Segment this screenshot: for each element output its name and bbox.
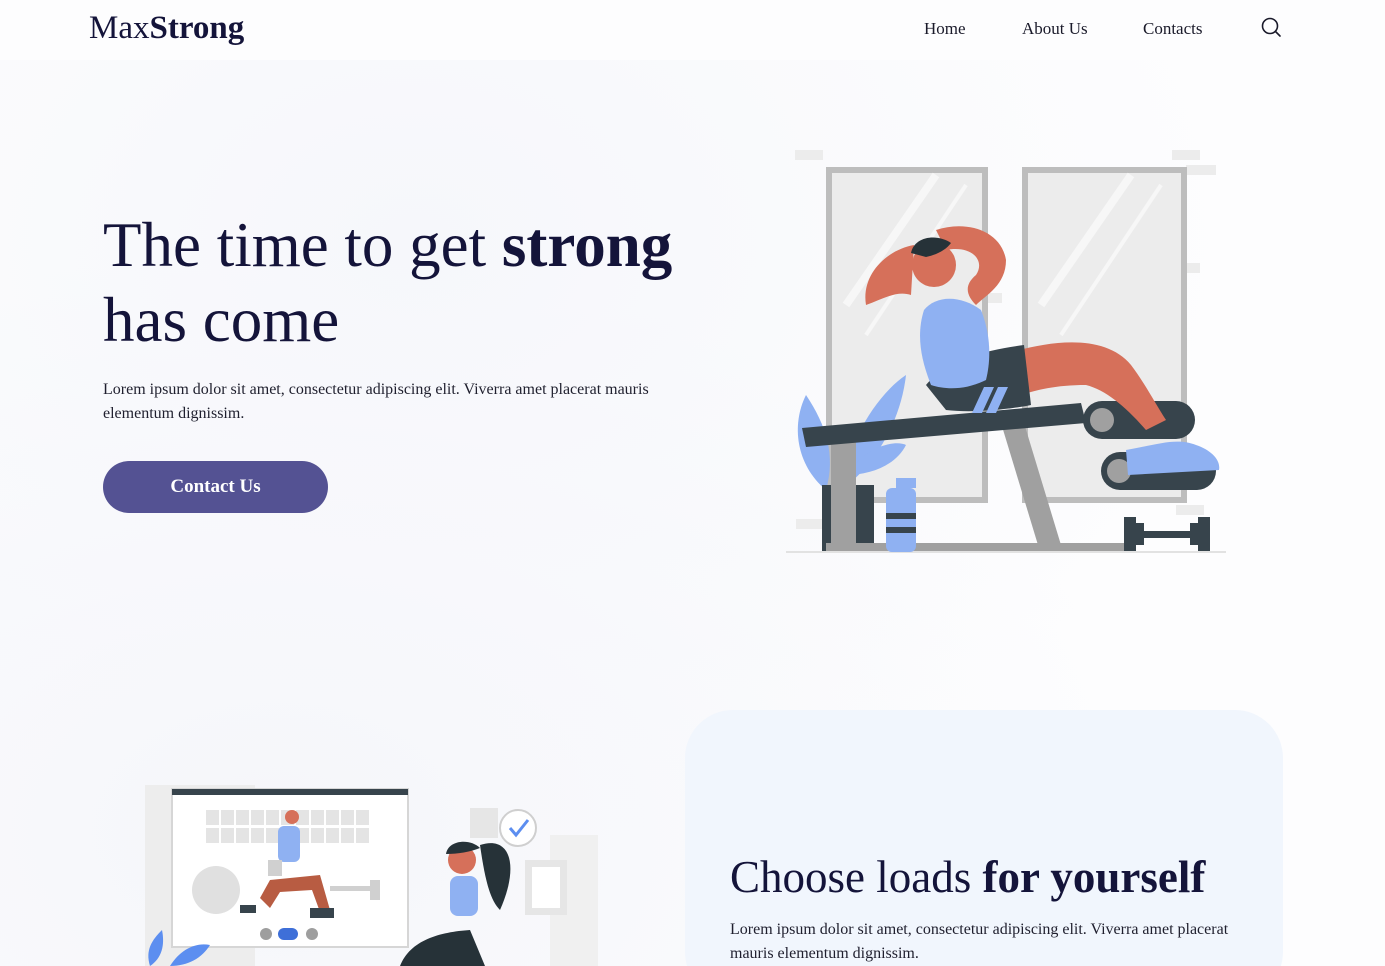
section-description: Lorem ipsum dolor sit amet, consectetur … (730, 921, 1229, 962)
main-nav: Home About Us Contacts (0, 19, 1385, 41)
site-header: MaxStrong Home About Us Contacts (0, 0, 1385, 58)
nav-contacts-link[interactable]: Contacts (1143, 19, 1203, 39)
search-icon[interactable] (1259, 15, 1283, 39)
nav-home-link[interactable]: Home (924, 19, 966, 39)
man-doing-situps-illustration (786, 150, 1226, 553)
hero-title: The time to get strong has come (103, 210, 673, 355)
online-workout-illustration (145, 785, 598, 966)
section-title: Choose loads for yourself (730, 852, 1206, 902)
nav-about-us-link[interactable]: About Us (1022, 19, 1088, 39)
hero-description: Lorem ipsum dolor sit amet, consectetur … (103, 381, 649, 422)
contact-us-button[interactable]: Contact Us (103, 461, 328, 513)
